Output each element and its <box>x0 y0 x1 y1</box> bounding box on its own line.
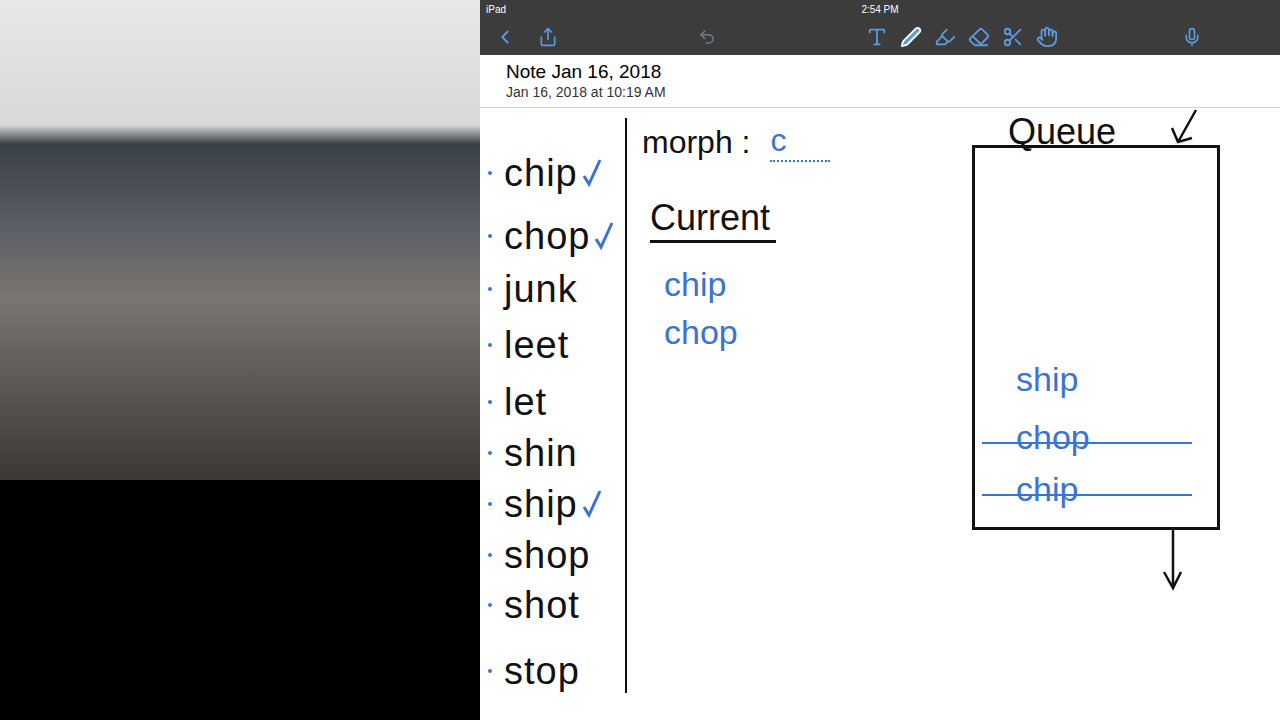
eraser-tool-icon[interactable] <box>968 26 990 48</box>
bullet-dot <box>488 451 492 455</box>
lecture-video <box>0 0 480 480</box>
top-bar: iPad 2:54 PM <box>480 0 1280 55</box>
check-icon <box>594 221 614 251</box>
pen-tool-icon[interactable] <box>900 26 922 48</box>
bullet-dot <box>488 400 492 404</box>
current-item: chop <box>664 311 738 353</box>
enqueue-arrow-icon <box>1170 108 1200 148</box>
canvas[interactable]: chip chop junk leet let shin ship shopshot stop m… <box>480 108 1280 720</box>
word-item: ship <box>488 481 602 527</box>
check-icon <box>582 489 602 519</box>
bullet-dot <box>488 603 492 607</box>
queue-item: chip <box>1016 468 1078 510</box>
bullet-dot <box>488 502 492 506</box>
word-item: let <box>488 379 547 425</box>
note-date: Jan 16, 2018 at 10:19 AM <box>506 83 1254 101</box>
back-icon[interactable] <box>494 26 516 48</box>
word-item: shot <box>488 582 580 628</box>
scissors-tool-icon[interactable] <box>1002 26 1024 48</box>
word-text: leet <box>504 322 569 368</box>
strike-line <box>982 442 1192 444</box>
word-item: chip <box>488 150 602 196</box>
note-title: Note Jan 16, 2018 <box>506 61 1254 83</box>
bullet-dot <box>488 669 492 673</box>
word-item: junk <box>488 266 578 312</box>
word-item: stop <box>488 648 580 694</box>
word-text: stop <box>504 648 580 694</box>
queue-item-text: chip <box>1016 470 1078 508</box>
word-item: shop <box>488 532 590 578</box>
queue-box <box>972 145 1220 530</box>
share-icon[interactable] <box>538 27 558 47</box>
clock: 2:54 PM <box>861 2 898 17</box>
bullet-dot <box>488 553 492 557</box>
bullet-dot <box>488 234 492 238</box>
morph-row: morph : c <box>642 120 830 162</box>
morph-label: morph : <box>642 122 750 162</box>
word-item: shin <box>488 430 578 476</box>
tool-group <box>866 26 1058 48</box>
queue-item: ship <box>1016 358 1078 400</box>
device-label: iPad <box>486 2 506 17</box>
bullet-dot <box>488 287 492 291</box>
bullet-dot <box>488 171 492 175</box>
strike-line <box>982 494 1192 496</box>
word-text: let <box>504 379 547 425</box>
note-header: Note Jan 16, 2018Jan 16, 2018 at 10:19 A… <box>480 55 1280 108</box>
check-icon <box>582 158 602 188</box>
queue-item: chop <box>1016 416 1090 458</box>
bullet-dot <box>488 343 492 347</box>
word-text: chip <box>504 150 578 196</box>
queue-item-text: chop <box>1016 418 1090 456</box>
queue-item-text: ship <box>1016 360 1078 398</box>
mic-icon[interactable] <box>1182 27 1202 47</box>
hand-tool-icon[interactable] <box>1036 26 1058 48</box>
word-text: chop <box>504 213 590 259</box>
word-text: shop <box>504 532 590 578</box>
status-bar: iPad 2:54 PM <box>480 0 1280 18</box>
text-tool-icon[interactable] <box>866 26 888 48</box>
word-text: shin <box>504 430 578 476</box>
word-text: junk <box>504 266 578 312</box>
current-heading: Current <box>650 196 776 243</box>
notes-app: iPad 2:54 PM Note Jan 16, 2018Jan 16, 2018… <box>480 0 1280 720</box>
word-text: shot <box>504 582 580 628</box>
highlighter-tool-icon[interactable] <box>934 26 956 48</box>
black-area <box>0 480 480 720</box>
toolbar <box>480 18 1280 55</box>
screen: iPad 2:54 PM Note Jan 16, 2018Jan 16, 2018… <box>0 0 1280 720</box>
dequeue-arrow-icon <box>1161 528 1185 592</box>
current-item: chip <box>664 263 726 305</box>
video-panel <box>0 0 480 720</box>
word-item: chop <box>488 213 614 259</box>
word-item: leet <box>488 322 569 368</box>
divider-line <box>625 118 627 693</box>
word-text: ship <box>504 481 578 527</box>
undo-icon[interactable] <box>698 28 716 46</box>
morph-value: c <box>770 120 830 162</box>
